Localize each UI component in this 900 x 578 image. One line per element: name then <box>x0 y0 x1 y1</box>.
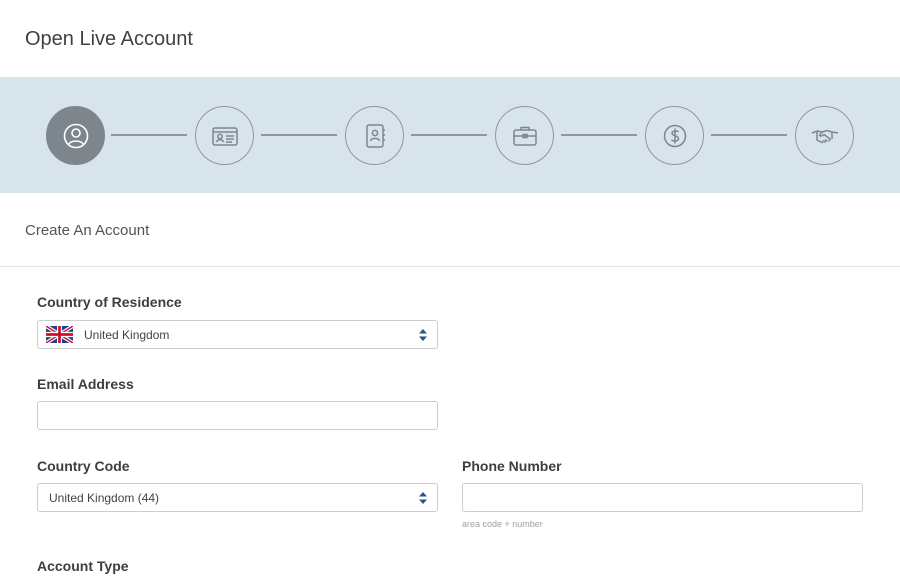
uk-flag-icon <box>46 326 73 343</box>
step-employment[interactable] <box>495 106 554 165</box>
dollar-coin-icon <box>663 124 686 147</box>
step-profile[interactable] <box>46 106 105 165</box>
handshake-icon <box>811 129 838 144</box>
step-connector <box>711 134 787 136</box>
phone-number-hint: area code + number <box>462 519 543 529</box>
progress-stepper <box>0 77 900 193</box>
country-of-residence-label: Country of Residence <box>37 294 182 310</box>
country-code-value: United Kingdom (44) <box>49 490 160 505</box>
step-connector <box>411 134 487 136</box>
id-card-icon <box>211 126 238 146</box>
step-contact[interactable] <box>345 106 404 165</box>
user-circle-icon <box>63 123 88 148</box>
phone-number-label: Phone Number <box>462 458 562 474</box>
account-type-label: Account Type <box>37 558 129 574</box>
address-book-icon <box>365 123 385 148</box>
select-arrows-icon <box>419 329 427 341</box>
email-label: Email Address <box>37 376 134 392</box>
briefcase-icon <box>512 126 537 146</box>
select-arrows-icon <box>419 492 427 504</box>
page-title: Open Live Account <box>25 28 193 50</box>
step-connector <box>111 134 187 136</box>
step-connector <box>561 134 637 136</box>
step-identity[interactable] <box>195 106 254 165</box>
country-of-residence-value: United Kingdom <box>84 327 170 342</box>
country-of-residence-select[interactable]: United Kingdom <box>37 320 438 349</box>
phone-number-field[interactable] <box>462 483 863 512</box>
step-agreement[interactable] <box>795 106 854 165</box>
email-field[interactable] <box>37 401 438 430</box>
step-financial[interactable] <box>645 106 704 165</box>
country-code-select[interactable]: United Kingdom (44) <box>37 483 438 512</box>
country-code-label: Country Code <box>37 458 130 474</box>
step-connector <box>261 134 337 136</box>
section-divider <box>0 266 900 267</box>
section-title: Create An Account <box>25 222 150 239</box>
